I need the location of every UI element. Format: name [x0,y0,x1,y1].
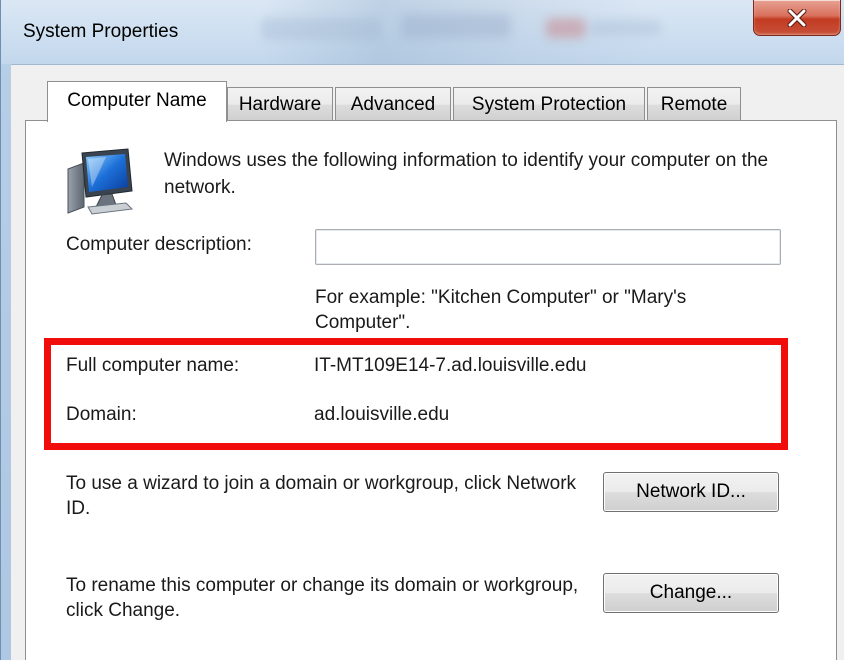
title-bar[interactable]: System Properties [1,0,844,64]
computer-description-input[interactable] [315,229,781,265]
glass-blur-shape [546,18,586,38]
computer-monitor-icon [67,148,134,215]
computer-description-label: Computer description: [66,234,252,255]
system-properties-window: System Properties Computer Name Hardware… [0,0,844,660]
domain-value: ad.louisville.edu [314,404,450,425]
glass-blur-shape [261,18,381,40]
change-button[interactable]: Change... [603,573,779,613]
network-id-button[interactable]: Network ID... [603,472,779,512]
network-id-instructions: To use a wizard to join a domain or work… [66,473,577,519]
tab-remote[interactable]: Remote [647,87,741,121]
glass-blur-shape [401,14,511,38]
dialog-client-area: Computer Name Hardware Advanced System P… [11,64,844,660]
tab-system-protection[interactable]: System Protection [453,87,645,121]
close-button[interactable] [753,0,841,36]
change-instructions: To rename this computer or change its do… [66,575,579,621]
intro-description: Windows uses the following information t… [164,150,769,198]
domain-label: Domain: [66,404,137,425]
description-example-text: For example: "Kitchen Computer" or "Mary… [315,287,687,333]
full-computer-name-label: Full computer name: [66,355,240,376]
close-x-icon [787,8,807,27]
full-computer-name-value: IT-MT109E14-7.ad.louisville.edu [314,355,587,376]
tab-advanced[interactable]: Advanced [335,87,451,121]
glass-blur-shape [591,20,661,36]
tab-strip: Computer Name Hardware Advanced System P… [35,81,835,122]
computer-name-tab-page: Windows uses the following information t… [25,120,837,660]
tab-computer-name[interactable]: Computer Name [47,81,227,122]
tab-hardware[interactable]: Hardware [227,87,333,121]
window-title: System Properties [23,21,179,42]
